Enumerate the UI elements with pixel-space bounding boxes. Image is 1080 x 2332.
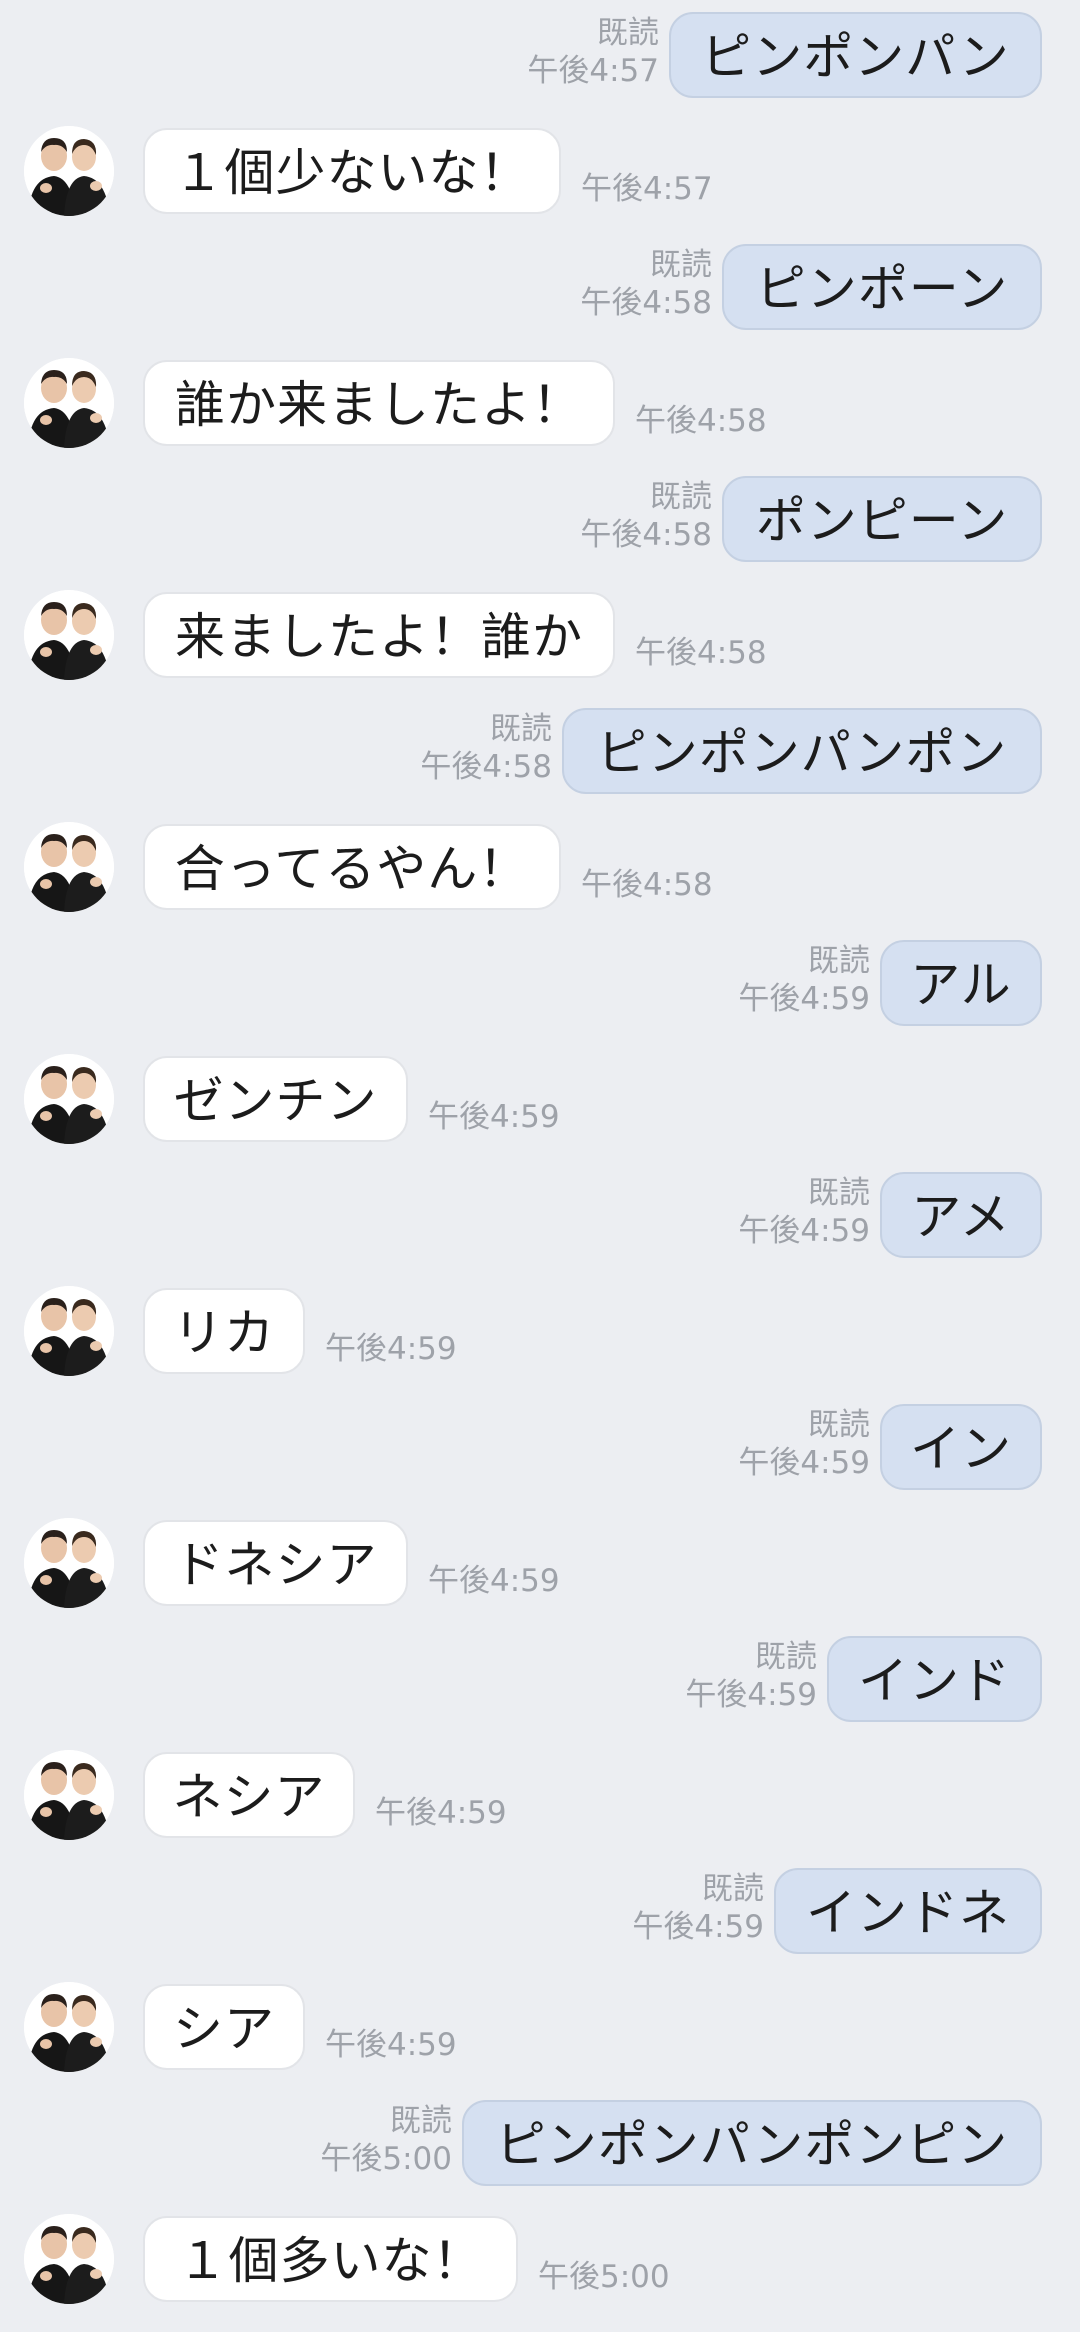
contact-avatar[interactable]: [24, 126, 114, 216]
contact-avatar[interactable]: [24, 1518, 114, 1608]
read-receipt-label: 既読: [650, 247, 712, 283]
contact-avatar[interactable]: [24, 2214, 114, 2304]
outgoing-message-bubble[interactable]: ピンポーン: [722, 244, 1042, 330]
two-person-avatar-icon: [24, 358, 114, 448]
incoming-message-bubble[interactable]: １個多いな！: [143, 2216, 518, 2302]
two-person-avatar-icon: [24, 126, 114, 216]
two-person-avatar-icon: [24, 1286, 114, 1376]
outgoing-message-bubble[interactable]: ポンピーン: [722, 476, 1042, 562]
contact-avatar[interactable]: [24, 1982, 114, 2072]
read-receipt-label: 既読: [808, 1407, 870, 1443]
message-timestamp: 午後4:58: [580, 285, 712, 321]
message-timestamp: 午後5:00: [538, 2259, 670, 2295]
message-timestamp: 午後5:00: [320, 2141, 452, 2177]
message-meta: 既読 午後4:58: [420, 710, 552, 786]
contact-avatar[interactable]: [24, 1286, 114, 1376]
two-person-avatar-icon: [24, 2214, 114, 2304]
incoming-message-bubble[interactable]: リカ: [143, 1288, 305, 1374]
message-meta: 既読 午後4:59: [738, 1406, 870, 1482]
outgoing-message-bubble[interactable]: インド: [827, 1636, 1042, 1722]
message-meta: 既読 午後4:58: [580, 246, 712, 322]
incoming-message-bubble[interactable]: シア: [143, 1984, 305, 2070]
incoming-message-bubble[interactable]: ネシア: [143, 1752, 355, 1838]
read-receipt-label: 既読: [650, 479, 712, 515]
two-person-avatar-icon: [24, 1750, 114, 1840]
read-receipt-label: 既読: [755, 1639, 817, 1675]
message-meta: 既読 午後4:59: [738, 942, 870, 1018]
read-receipt-label: 既読: [808, 943, 870, 979]
outgoing-message-bubble[interactable]: アル: [880, 940, 1042, 1026]
message-timestamp: 午後4:58: [420, 749, 552, 785]
message-meta: 既読 午後4:59: [685, 1638, 817, 1714]
two-person-avatar-icon: [24, 1518, 114, 1608]
outgoing-message-bubble[interactable]: ピンポンパンポン: [562, 708, 1042, 794]
contact-avatar[interactable]: [24, 590, 114, 680]
read-receipt-label: 既読: [597, 15, 659, 51]
outgoing-message-bubble[interactable]: ピンポンパンポンピン: [462, 2100, 1042, 2186]
read-receipt-label: 既読: [390, 2103, 452, 2139]
message-meta: 既読 午後4:58: [580, 478, 712, 554]
message-timestamp: 午後4:59: [738, 1445, 870, 1481]
message-timestamp: 午後4:59: [325, 1331, 457, 1367]
message-timestamp: 午後4:58: [635, 403, 767, 439]
message-timestamp: 午後4:59: [428, 1563, 560, 1599]
read-receipt-label: 既読: [808, 1175, 870, 1211]
incoming-message-bubble[interactable]: 来ましたよ！誰か: [143, 592, 615, 678]
two-person-avatar-icon: [24, 1054, 114, 1144]
message-timestamp: 午後4:59: [428, 1099, 560, 1135]
contact-avatar[interactable]: [24, 1054, 114, 1144]
message-timestamp: 午後4:59: [632, 1909, 764, 1945]
message-timestamp: 午後4:57: [527, 53, 659, 89]
message-timestamp: 午後4:58: [581, 867, 713, 903]
contact-avatar[interactable]: [24, 1750, 114, 1840]
incoming-message-bubble[interactable]: ゼンチン: [143, 1056, 408, 1142]
read-receipt-label: 既読: [490, 711, 552, 747]
message-timestamp: 午後4:59: [375, 1795, 507, 1831]
incoming-message-bubble[interactable]: 合ってるやん！: [143, 824, 561, 910]
message-meta: 既読 午後4:59: [738, 1174, 870, 1250]
two-person-avatar-icon: [24, 822, 114, 912]
incoming-message-bubble[interactable]: 誰か来ましたよ！: [143, 360, 615, 446]
contact-avatar[interactable]: [24, 358, 114, 448]
message-meta: 既読 午後4:59: [632, 1870, 764, 1946]
message-timestamp: 午後4:59: [325, 2027, 457, 2063]
read-receipt-label: 既読: [702, 1871, 764, 1907]
outgoing-message-bubble[interactable]: アメ: [880, 1172, 1042, 1258]
two-person-avatar-icon: [24, 590, 114, 680]
message-timestamp: 午後4:57: [581, 171, 713, 207]
incoming-message-bubble[interactable]: ドネシア: [143, 1520, 408, 1606]
message-timestamp: 午後4:58: [635, 635, 767, 671]
message-timestamp: 午後4:58: [580, 517, 712, 553]
incoming-message-bubble[interactable]: １個少ないな！: [143, 128, 561, 214]
outgoing-message-bubble[interactable]: インドネ: [774, 1868, 1042, 1954]
message-meta: 既読 午後5:00: [320, 2102, 452, 2178]
message-meta: 既読 午後4:57: [527, 14, 659, 90]
chat-message-list[interactable]: ピンポンパン 既読 午後4:57 １個少ないな！ 午後4:57 ピンポーン 既読 午後4:5…: [0, 0, 1080, 2332]
outgoing-message-bubble[interactable]: ピンポンパン: [669, 12, 1042, 98]
message-timestamp: 午後4:59: [738, 981, 870, 1017]
message-timestamp: 午後4:59: [738, 1213, 870, 1249]
contact-avatar[interactable]: [24, 822, 114, 912]
two-person-avatar-icon: [24, 1982, 114, 2072]
message-timestamp: 午後4:59: [685, 1677, 817, 1713]
outgoing-message-bubble[interactable]: イン: [880, 1404, 1042, 1490]
